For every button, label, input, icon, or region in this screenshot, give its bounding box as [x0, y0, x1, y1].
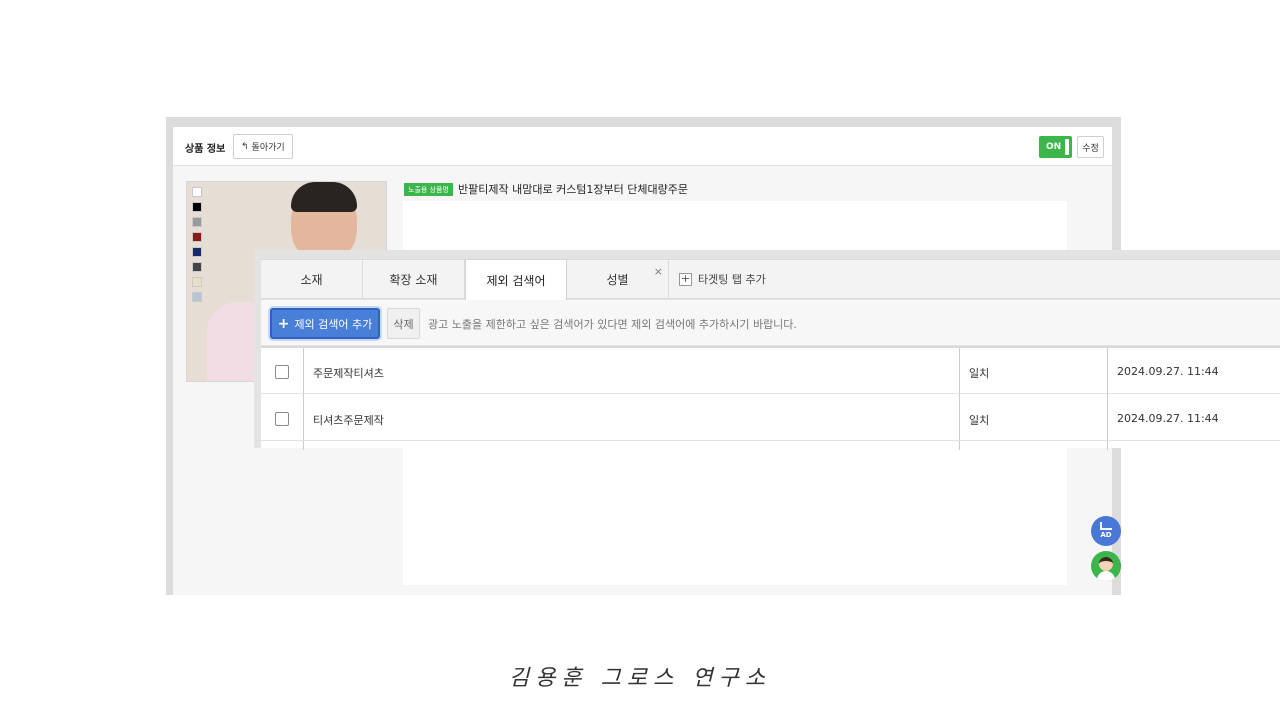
- keyword-cell: 티셔츠주문제작: [313, 414, 384, 427]
- tab-label: 성별: [606, 273, 629, 287]
- undo-arrow-icon: ↰: [241, 141, 249, 152]
- toggle-knob: [1065, 139, 1069, 155]
- on-off-toggle[interactable]: ON: [1039, 136, 1072, 158]
- color-swatch[interactable]: [192, 247, 202, 257]
- color-swatch[interactable]: [192, 202, 202, 212]
- keyword-hint: 광고 노출을 제한하고 싶은 검색어가 있다면 제외 검색어에 추가하시기 바랍…: [428, 318, 797, 331]
- color-swatch[interactable]: [192, 217, 202, 227]
- tab-excluded-keywords[interactable]: 제외 검색어: [465, 259, 567, 300]
- add-keyword-label: 제외 검색어 추가: [294, 317, 373, 331]
- color-swatch[interactable]: [192, 292, 202, 302]
- support-agent-body: [1097, 571, 1115, 581]
- toggle-label: ON: [1046, 142, 1062, 152]
- product-panel-header: 상품 정보 ↰ 돌아가기 ON 수정: [173, 127, 1112, 166]
- tab-label: 확장 소재: [389, 273, 438, 287]
- plus-icon: +: [679, 271, 692, 286]
- support-agent-icon: [1099, 557, 1113, 571]
- excluded-keyword-table: 주문제작티셔츠 일치 2024.09.27. 11:44 티셔츠주문제작 일치 …: [261, 346, 1280, 450]
- product-name: 반팔티제작 내맘대로 커스텀1장부터 단체대량주문: [458, 183, 689, 196]
- table-row[interactable]: 티셔츠주문제작 일치 2024.09.27. 11:44: [261, 395, 1280, 441]
- model-hair: [291, 182, 357, 212]
- chart-icon: [1100, 522, 1112, 530]
- tab-gender[interactable]: 성별 ×: [567, 260, 669, 299]
- color-swatch[interactable]: [192, 277, 202, 287]
- color-swatch[interactable]: [192, 262, 202, 272]
- help-float-button[interactable]: [1091, 551, 1121, 581]
- date-cell: 2024.09.27. 11:44: [1117, 365, 1219, 378]
- ad-label: AD: [1100, 531, 1112, 539]
- color-swatch[interactable]: [192, 187, 202, 197]
- keyword-panel: 소재 확장 소재 제외 검색어 성별 × + 타겟팅 탭 추가 + 제외 검색어…: [254, 250, 1280, 450]
- tab-creative[interactable]: 소재: [261, 260, 363, 299]
- caption-signature: 김용훈 그로스 연구소: [508, 666, 772, 691]
- match-type-cell: 일치: [969, 367, 990, 380]
- keyword-cell: 주문제작티셔츠: [313, 367, 384, 380]
- add-targeting-label: 타겟팅 탭 추가: [698, 273, 766, 286]
- row-checkbox[interactable]: [275, 412, 289, 426]
- back-button-label: 돌아가기: [251, 143, 285, 153]
- row-checkbox[interactable]: [275, 365, 289, 379]
- tab-extended-creative[interactable]: 확장 소재: [363, 260, 465, 299]
- table-row[interactable]: 주문제작티셔츠 일치 2024.09.27. 11:44: [261, 348, 1280, 394]
- date-cell: 2024.09.27. 11:44: [1117, 412, 1219, 425]
- product-name-tag: 노출용 상품명: [404, 183, 453, 196]
- plus-icon: +: [277, 315, 290, 332]
- back-button[interactable]: ↰ 돌아가기: [233, 134, 293, 159]
- color-swatches: [192, 187, 202, 302]
- keyword-toolbar: + 제외 검색어 추가 삭제 광고 노출을 제한하고 싶은 검색어가 있다면 제…: [261, 300, 1280, 345]
- targeting-tabs: 소재 확장 소재 제외 검색어 성별 × + 타겟팅 탭 추가: [261, 259, 1280, 300]
- add-excluded-keyword-button[interactable]: + 제외 검색어 추가: [270, 308, 380, 339]
- edit-button[interactable]: 수정: [1077, 136, 1104, 158]
- add-targeting-tab-button[interactable]: + 타겟팅 탭 추가: [669, 260, 766, 298]
- tab-label: 소재: [300, 273, 323, 287]
- match-type-cell: 일치: [969, 414, 990, 427]
- ad-float-button[interactable]: AD: [1091, 516, 1121, 546]
- delete-button[interactable]: 삭제: [387, 308, 420, 339]
- product-panel-title: 상품 정보: [185, 144, 226, 155]
- tab-label: 제외 검색어: [486, 273, 546, 288]
- color-swatch[interactable]: [192, 232, 202, 242]
- close-icon[interactable]: ×: [654, 266, 663, 277]
